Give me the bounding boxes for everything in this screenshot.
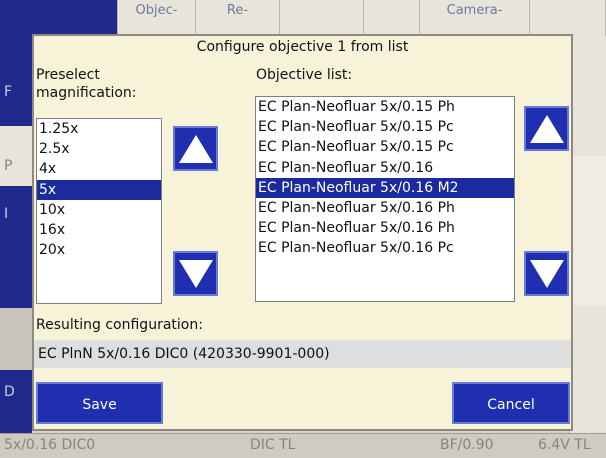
arrow-up-icon (529, 114, 564, 143)
objective-item[interactable]: EC Plan-Neofluar 5x/0.16 Ph (256, 218, 514, 238)
bg-tab-0[interactable] (0, 0, 118, 36)
dialog-title: Configure objective 1 from list (196, 39, 409, 55)
magnification-item[interactable]: 16x (37, 220, 161, 240)
objective-item[interactable]: EC Plan-Neofluar 5x/0.15 Ph (256, 97, 514, 117)
resulting-configuration-label: Resulting configuration: (36, 317, 203, 333)
objective-list-label: Objective list: (256, 67, 353, 83)
status-objective: 5x/0.16 DIC0 (4, 437, 96, 453)
magnification-item[interactable]: 20x (37, 240, 161, 260)
magnification-scroll-down-button[interactable] (173, 251, 218, 296)
bg-side-button-4[interactable] (0, 246, 32, 308)
bg-side-button-5[interactable] (0, 308, 32, 370)
bg-right-panel-2 (569, 156, 606, 306)
save-button[interactable]: Save (36, 382, 163, 424)
configure-objective-dialog: Configure objective 1 from list Preselec… (32, 34, 573, 431)
objective-item[interactable]: EC Plan-Neofluar 5x/0.15 Pc (256, 137, 514, 157)
preselect-magnification-label: Preselect magnification: (36, 67, 137, 101)
magnification-item[interactable]: 2.5x (37, 139, 161, 159)
magnification-list[interactable]: 1.25x 2.5x 4x 5x 10x 16x 20x (36, 118, 162, 304)
objective-item[interactable]: EC Plan-Neofluar 5x/0.16 M2 (256, 177, 514, 198)
magnification-item[interactable]: 10x (37, 200, 161, 220)
objective-item[interactable]: EC Plan-Neofluar 5x/0.16 Pc (256, 238, 514, 258)
objective-item[interactable]: EC Plan-Neofluar 5x/0.16 Ph (256, 198, 514, 218)
arrow-up-icon (178, 134, 213, 163)
bg-side-button-3[interactable]: I (0, 186, 32, 246)
status-voltage: 6.4V TL (538, 437, 591, 453)
objective-list[interactable]: EC Plan-Neofluar 5x/0.15 Ph EC Plan-Neofl… (255, 96, 515, 302)
arrow-down-icon (529, 259, 564, 288)
status-mode: DIC TL (250, 437, 296, 453)
bg-right-panel-3 (569, 306, 606, 433)
bg-tab-re[interactable]: Re- (196, 0, 280, 36)
bg-tab-objectives[interactable]: Objec- (118, 0, 196, 36)
magnification-item[interactable]: 4x (37, 159, 161, 179)
objective-item[interactable]: EC Plan-Neofluar 5x/0.16 (256, 158, 514, 178)
cancel-button[interactable]: Cancel (452, 382, 570, 424)
magnification-item[interactable]: 1.25x (37, 119, 161, 139)
magnification-scroll-up-button[interactable] (173, 126, 218, 171)
objective-scroll-up-button[interactable] (524, 106, 569, 151)
bg-tab-camera[interactable]: Camera- (420, 0, 530, 36)
magnification-item[interactable]: 5x (37, 179, 161, 200)
status-bf: BF/0.90 (440, 437, 494, 453)
bg-tab-6[interactable] (530, 0, 606, 36)
arrow-down-icon (178, 259, 213, 288)
objective-scroll-down-button[interactable] (524, 251, 569, 296)
resulting-configuration-value: EC PlnN 5x/0.16 DIC0 (420330-9901-000) (34, 340, 571, 368)
bg-side-button-1[interactable]: F (0, 36, 32, 126)
bg-tab-3[interactable] (280, 0, 364, 36)
bg-tab-4[interactable] (364, 0, 420, 36)
status-bar: 5x/0.16 DIC0 DIC TL BF/0.90 6.4V TL (0, 433, 606, 458)
bg-right-panel-1 (569, 36, 606, 156)
bg-side-button-2[interactable]: P (0, 126, 32, 186)
bg-side-button-6[interactable]: D (0, 370, 32, 433)
objective-item[interactable]: EC Plan-Neofluar 5x/0.15 Pc (256, 117, 514, 137)
